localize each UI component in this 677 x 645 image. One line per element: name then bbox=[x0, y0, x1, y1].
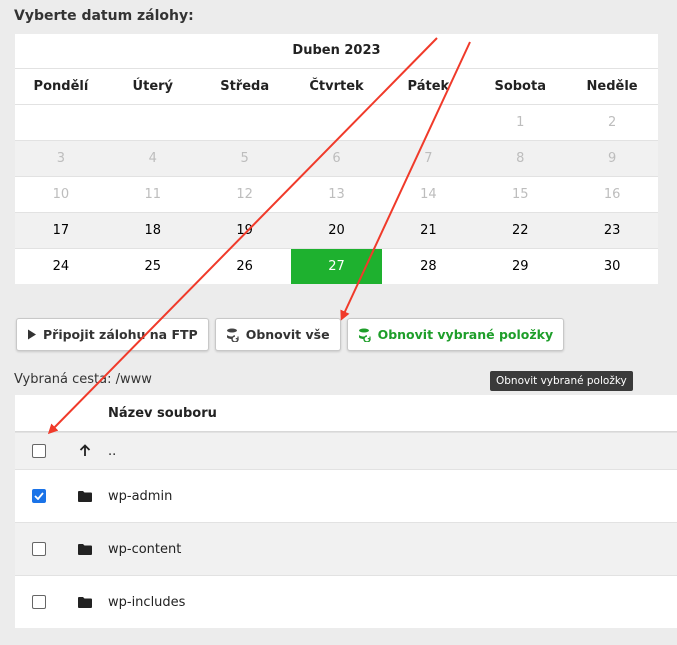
calendar-day: 14 bbox=[420, 187, 437, 202]
arrow-up-icon[interactable] bbox=[79, 442, 91, 461]
weekday-label: Čtvrtek bbox=[309, 79, 364, 94]
weekday-label: Sobota bbox=[494, 79, 546, 94]
restore-selected-tooltip: Obnovit vybrané položky bbox=[490, 371, 633, 391]
weekday-label: Neděle bbox=[586, 79, 638, 94]
calendar-day[interactable]: 17 bbox=[15, 213, 107, 248]
calendar-day: 12 bbox=[236, 187, 253, 202]
page-heading: Vyberte datum zálohy: bbox=[14, 8, 194, 24]
calendar-month: Duben 2023 bbox=[292, 43, 381, 58]
calendar-day[interactable]: 29 bbox=[474, 249, 566, 284]
file-row[interactable]: wp-includes bbox=[15, 575, 677, 628]
calendar-day[interactable]: 23 bbox=[566, 213, 658, 248]
calendar-day[interactable]: 18 bbox=[107, 213, 199, 248]
file-row[interactable]: wp-content bbox=[15, 522, 677, 575]
row-checkbox[interactable] bbox=[31, 489, 46, 503]
calendar-weeks: 1 2 3 4 5 6 7 8 9 10 11 12 13 14 15 16 17 18 19 20 21 22 23 24 2… bbox=[15, 104, 658, 284]
calendar-empty-cell bbox=[199, 105, 291, 140]
calendar-empty-cell bbox=[291, 105, 383, 140]
calendar-week-row: 24 25 26 27 28 29 30 bbox=[15, 248, 658, 284]
calendar-day: 11 bbox=[144, 187, 162, 202]
calendar-week-row: 17 18 19 20 21 22 23 bbox=[15, 212, 658, 248]
folder-icon bbox=[78, 540, 92, 559]
file-name[interactable]: wp-content bbox=[108, 542, 677, 557]
calendar-day: 3 bbox=[56, 151, 66, 166]
calendar-day[interactable]: 19 bbox=[199, 213, 291, 248]
calendar-day[interactable]: 28 bbox=[382, 249, 474, 284]
calendar-day[interactable]: 24 bbox=[15, 249, 107, 284]
selected-path: Vybraná cesta: /www bbox=[14, 372, 152, 387]
file-name[interactable]: wp-admin bbox=[108, 489, 677, 504]
restore-selected-button[interactable]: Obnovit vybrané položky bbox=[346, 318, 565, 351]
parent-directory-label[interactable]: .. bbox=[108, 444, 677, 459]
calendar-day: 15 bbox=[511, 187, 529, 202]
file-table-header: Název souboru bbox=[15, 395, 677, 432]
mount-ftp-button[interactable]: Připojit zálohu na FTP bbox=[16, 318, 209, 351]
calendar-week-row: 3 4 5 6 7 8 9 bbox=[15, 140, 658, 176]
parent-directory-row[interactable]: .. bbox=[15, 432, 677, 469]
calendar-empty-cell bbox=[15, 105, 107, 140]
row-checkbox[interactable] bbox=[31, 542, 46, 556]
calendar-week-row: 10 11 12 13 14 15 16 bbox=[15, 176, 658, 212]
restore-toolbar: Připojit zálohu na FTP Obnovit vše Obnov… bbox=[16, 318, 565, 351]
database-restore-icon bbox=[226, 328, 240, 342]
weekday-label: Úterý bbox=[132, 79, 174, 94]
mount-ftp-label: Připojit zálohu na FTP bbox=[43, 327, 198, 342]
calendar-week-row: 12 bbox=[15, 104, 658, 140]
select-all-checkbox[interactable] bbox=[31, 444, 46, 458]
weekday-label: Pondělí bbox=[33, 79, 89, 94]
file-row[interactable]: wp-admin bbox=[15, 469, 677, 522]
calendar-day: 13 bbox=[328, 187, 345, 202]
backup-calendar: Duben 2023 Pondělí Úterý Středa Čtvrtek … bbox=[15, 34, 658, 284]
calendar-day: 10 bbox=[52, 187, 70, 202]
calendar-day[interactable]: 30 bbox=[566, 249, 658, 284]
calendar-day: 8 bbox=[516, 151, 525, 166]
calendar-day[interactable]: 22 bbox=[474, 213, 566, 248]
file-name[interactable]: wp-includes bbox=[108, 595, 677, 610]
calendar-empty-cell bbox=[107, 105, 199, 140]
calendar-weekdays: Pondělí Úterý Středa Čtvrtek Pátek Sobot… bbox=[15, 68, 658, 104]
restore-all-label: Obnovit vše bbox=[245, 327, 330, 342]
calendar-day: 2 bbox=[607, 115, 617, 130]
calendar-empty-cell bbox=[382, 105, 474, 140]
calendar-day: 4 bbox=[148, 151, 157, 166]
calendar-day[interactable]: 21 bbox=[382, 213, 474, 248]
column-header-name[interactable]: Název souboru bbox=[108, 406, 677, 421]
calendar-day[interactable]: 20 bbox=[291, 213, 383, 248]
file-table: Název souboru .. wp-admin wp-content wp-in… bbox=[15, 395, 677, 628]
calendar-day: 16 bbox=[603, 187, 621, 202]
calendar-day: 9 bbox=[607, 151, 617, 166]
weekday-label: Pátek bbox=[407, 79, 450, 94]
restore-selected-label: Obnovit vybrané položky bbox=[377, 327, 554, 342]
restore-all-button[interactable]: Obnovit vše bbox=[214, 318, 341, 351]
calendar-day[interactable]: 27 bbox=[290, 249, 383, 284]
database-restore-icon bbox=[358, 328, 372, 342]
calendar-day: 7 bbox=[424, 151, 433, 166]
play-icon bbox=[27, 329, 37, 340]
calendar-day[interactable]: 26 bbox=[199, 249, 291, 284]
row-checkbox[interactable] bbox=[31, 595, 46, 609]
file-list: wp-admin wp-content wp-includes bbox=[15, 469, 677, 628]
folder-icon bbox=[78, 593, 92, 612]
folder-icon bbox=[78, 487, 92, 506]
calendar-day: 5 bbox=[240, 151, 249, 166]
calendar-day: 6 bbox=[332, 151, 341, 166]
calendar-day[interactable]: 25 bbox=[107, 249, 199, 284]
calendar-day: 1 bbox=[516, 115, 525, 130]
weekday-label: Středa bbox=[220, 79, 270, 94]
